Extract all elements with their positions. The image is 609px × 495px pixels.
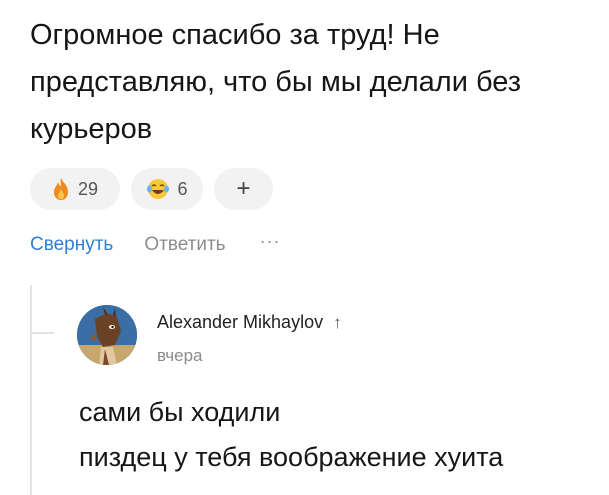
comment-line-3: курьеров [30,113,153,145]
comment-actions: Свернуть Ответить ··· [30,231,281,256]
comment-line-2: представляю, что бы мы делали без [30,66,522,98]
timestamp: вчера [157,346,203,365]
fire-icon [53,178,68,200]
laugh-reaction-button[interactable]: 6 [131,168,203,210]
more-options-icon[interactable]: ··· [260,231,281,252]
reactions-bar: 29 6 + [30,168,273,210]
author-name-row: Alexander Mikhaylov ↑ [157,312,342,333]
add-reaction-icon: + [236,175,251,202]
comment-line-1: Огромное спасибо за труд! Не [30,19,440,51]
fire-reaction-button[interactable]: 29 [30,168,120,210]
fire-count: 29 [77,178,99,199]
laugh-count: 6 [177,178,188,199]
thread-branch [30,332,54,334]
reply-text: сами бы ходили пиздец у тебя воображение… [79,390,503,480]
comment-text: Огромное спасибо за труд! Не представляю… [30,12,590,153]
collapse-button[interactable]: Свернуть [30,234,113,256]
laughing-tears-icon [147,179,170,199]
reply-line-1: сами бы ходили [79,397,281,427]
up-arrow-icon: ↑ [333,312,342,332]
author-name[interactable]: Alexander Mikhaylov [157,312,323,333]
horse-avatar-icon [77,305,137,365]
avatar[interactable] [77,305,137,365]
add-reaction-button[interactable]: + [214,168,273,210]
reply-line-2: пиздец у тебя воображение хуита [79,442,504,472]
thread-line [30,285,32,495]
reply-button[interactable]: Ответить [144,234,225,256]
